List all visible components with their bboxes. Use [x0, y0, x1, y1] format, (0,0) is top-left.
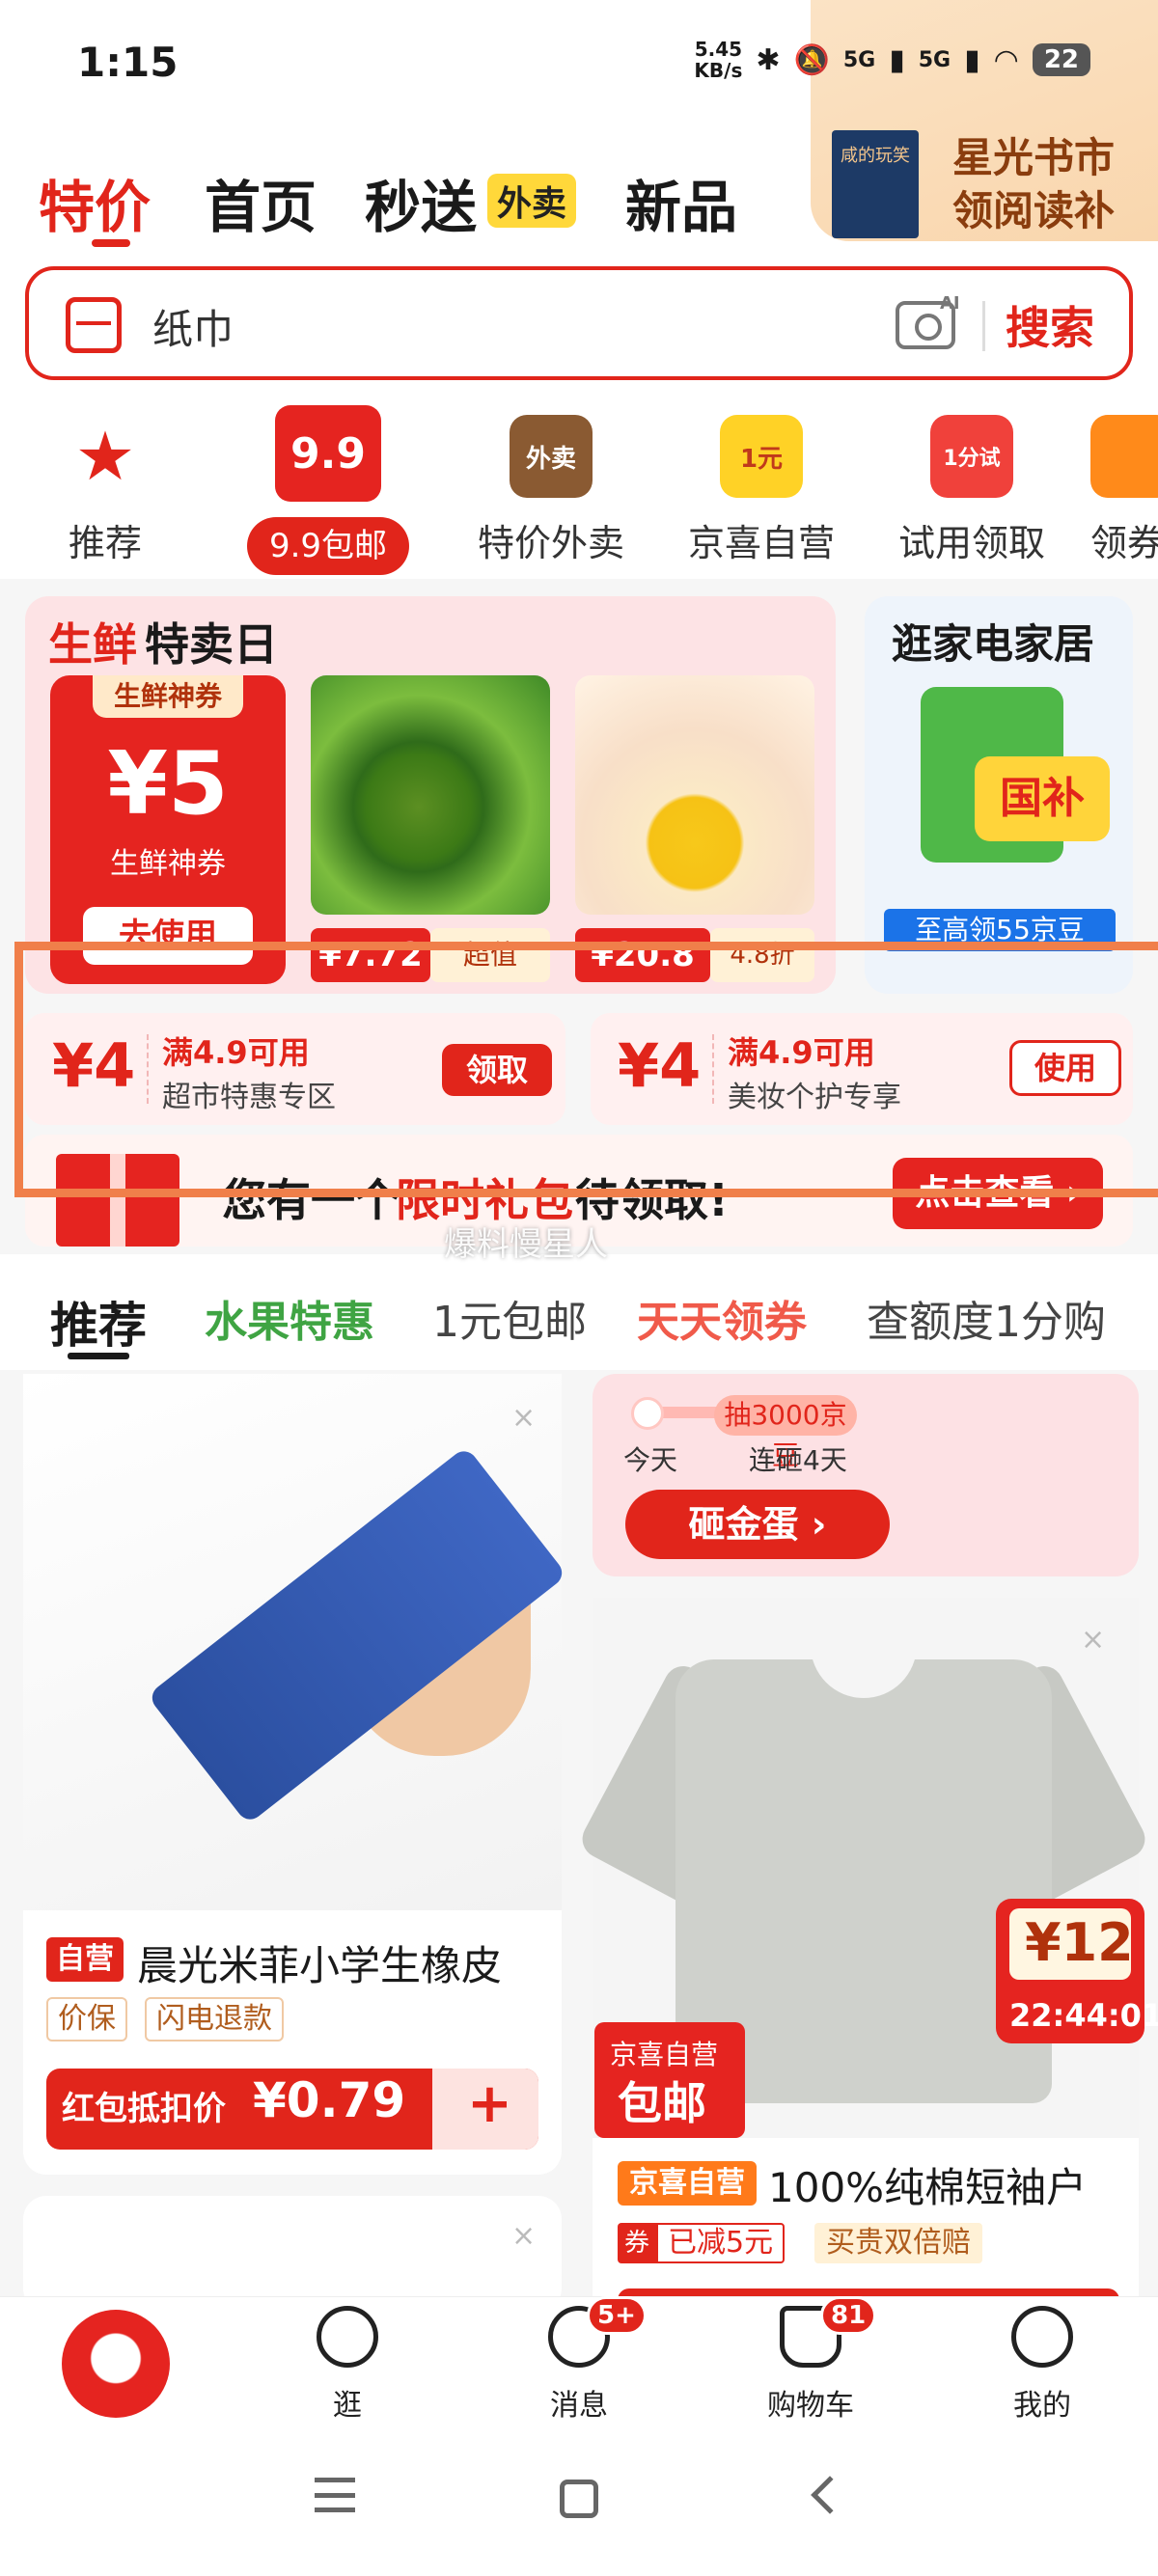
- takeout-bag-icon: 外卖: [510, 415, 593, 498]
- close-icon[interactable]: ×: [511, 1401, 536, 1435]
- nav-tab-miaosong[interactable]: 秒送: [365, 162, 477, 243]
- search-bar[interactable]: 纸巾 AI 搜索: [25, 266, 1133, 380]
- feed-tab-fruit[interactable]: 水果特惠: [205, 1287, 374, 1349]
- message-count-badge: 5+: [587, 2296, 647, 2335]
- category-jingxi[interactable]: 1元 京喜自营: [670, 415, 853, 566]
- book-cover-image: 咸的玩笑: [832, 130, 919, 238]
- price-label: 红包抵扣价: [62, 2090, 226, 2128]
- product-card-next[interactable]: [23, 2196, 562, 2312]
- bun-product-image[interactable]: [575, 675, 814, 915]
- feed-tab-credit[interactable]: 查额度1分购: [867, 1287, 1106, 1349]
- jingxi-corner-line2: 包邮: [618, 2077, 706, 2129]
- home-square-icon[interactable]: [560, 2480, 598, 2518]
- coupon-amount: ¥5: [107, 733, 229, 835]
- coupon-mark: 券: [618, 2223, 656, 2263]
- nav-tab-new[interactable]: 新品: [625, 162, 737, 243]
- today-label: 今天: [623, 1444, 678, 1476]
- wifi-icon: ◠: [993, 42, 1019, 77]
- search-input[interactable]: 纸巾: [152, 297, 234, 356]
- gift-box-99-icon[interactable]: 9.9: [275, 405, 381, 502]
- promo-line-2: 领阅读补: [951, 187, 1115, 234]
- category-recommend[interactable]: ★ 推荐: [14, 415, 197, 566]
- cart-count-badge: 81: [820, 2296, 877, 2335]
- category-waimai[interactable]: 外卖 特价外卖: [459, 415, 643, 566]
- streak-label: 连砸4天: [749, 1444, 847, 1476]
- self-operated-badge: 自营: [46, 1937, 124, 1982]
- signal-5g-icon: 5G: [842, 47, 876, 72]
- net-speed: 5.45 KB/s: [694, 38, 743, 82]
- product-title[interactable]: 100%纯棉短袖户: [768, 2155, 1087, 2214]
- smash-egg-button[interactable]: 砸金蛋 ›: [625, 1490, 890, 1559]
- ai-tag: AI: [940, 293, 960, 314]
- search-button[interactable]: 搜索: [1006, 293, 1094, 357]
- category-trial[interactable]: 1分试 试用领取: [880, 415, 1063, 566]
- fresh-title-red: 生鲜: [48, 618, 137, 671]
- watermark: 爆料慢星人: [444, 1225, 608, 1264]
- feed-tab-underline: [68, 1353, 129, 1359]
- browse-face-icon: [317, 2306, 378, 2368]
- jingxi-self-badge: 京喜自营: [618, 2161, 757, 2206]
- signal-5g-icon-2: 5G: [918, 47, 951, 72]
- waimai-badge: 外卖: [487, 174, 577, 228]
- coupon-tag: 生鲜神券: [93, 675, 243, 718]
- lime-product-image[interactable]: [311, 675, 550, 915]
- product-title[interactable]: 晨光米菲小学生橡皮: [137, 1933, 502, 1992]
- nav-active-underline: [92, 239, 130, 247]
- scan-icon[interactable]: [66, 297, 122, 353]
- add-to-cart-plus-icon[interactable]: +: [467, 2072, 512, 2135]
- menu-icon[interactable]: [315, 2478, 355, 2512]
- search-divider: [982, 301, 985, 351]
- flash-countdown: 22:44:01: [1009, 1997, 1158, 2034]
- nav-tab-home[interactable]: 首页: [205, 162, 317, 243]
- battery-icon: 22: [1032, 43, 1090, 76]
- promo-line-1: 星光书市: [951, 134, 1115, 181]
- bottom-nav-browse[interactable]: 逛: [280, 2306, 415, 2424]
- price-value: ¥0.79: [253, 2072, 406, 2128]
- close-icon[interactable]: ×: [1081, 1623, 1105, 1657]
- guobu-badge: 国补: [975, 756, 1110, 841]
- status-time: 1:15: [77, 39, 179, 86]
- category-99-baoyou[interactable]: 9.9包邮: [247, 517, 409, 575]
- close-icon[interactable]: ×: [511, 2219, 536, 2253]
- jd-mascot-icon[interactable]: [62, 2310, 170, 2418]
- person-icon: [1011, 2306, 1073, 2368]
- double-refund-tag: 买贵双倍赔: [814, 2223, 982, 2263]
- category-coupon[interactable]: 领券: [1090, 415, 1158, 566]
- star-check-icon: ★: [64, 415, 147, 498]
- jingxi-corner-line1: 京喜自营: [610, 2039, 719, 2070]
- signal-bars-icon-2: ▮: [964, 42, 980, 77]
- feed-tab-daily-coupon[interactable]: 天天领券: [637, 1287, 807, 1349]
- nav-tab-tejia[interactable]: 特价: [39, 162, 151, 243]
- highlight-annotation-box: [14, 942, 1158, 1197]
- progress-dot: [631, 1397, 664, 1430]
- price-protect-tag: 价保: [46, 1997, 127, 2042]
- home-appliance-title: 逛家电家居: [892, 620, 1095, 668]
- mute-bell-icon: 🔕: [793, 42, 830, 77]
- fast-refund-tag: 闪电退款: [145, 1997, 284, 2042]
- reward-pill: 抽3000京豆: [714, 1395, 857, 1471]
- feed-tab-recommend[interactable]: 推荐: [50, 1287, 147, 1357]
- bluetooth-icon: ✱: [756, 42, 781, 77]
- reduced-tag: 已减5元: [656, 2223, 786, 2263]
- feed-tab-1yuan[interactable]: 1元包邮: [432, 1287, 587, 1349]
- trial-bag-icon: 1分试: [930, 415, 1013, 498]
- bottom-nav-me[interactable]: 我的: [975, 2306, 1110, 2424]
- one-yuan-badge-icon: 1元: [720, 415, 803, 498]
- status-icons: 5.45 KB/s ✱ 🔕 5G ▮ 5G ▮ ◠ 22: [694, 39, 1090, 81]
- coupon-name: 生鲜神券: [110, 847, 226, 881]
- signal-bars-icon: ▮: [889, 42, 905, 77]
- coupon-icon: [1090, 415, 1158, 498]
- flash-price: ¥12: [1025, 1912, 1134, 1973]
- fresh-title-black: 特卖日: [145, 618, 278, 671]
- fresh-coupon-card[interactable]: 生鲜神券 ¥5 生鲜神券 去使用: [50, 675, 286, 984]
